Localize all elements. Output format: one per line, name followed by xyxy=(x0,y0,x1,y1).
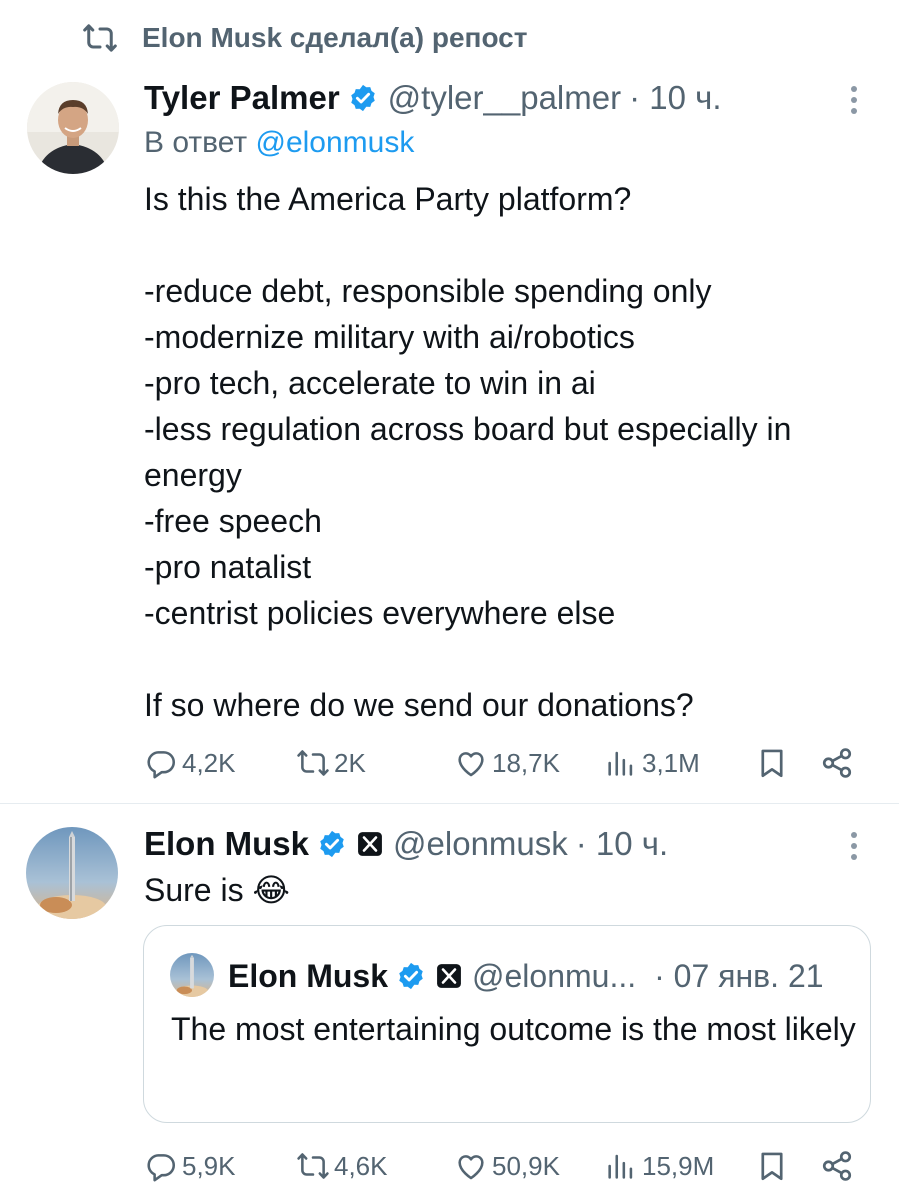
reply-mention-link[interactable]: @elonmusk xyxy=(255,126,414,159)
like-count: 18,7K xyxy=(492,747,560,778)
tweet1-actions: 4,2K 2K 18,7K 3,1M xyxy=(144,741,864,785)
tweet2-header: Elon Musk @elonmusk · 10 ч. xyxy=(144,824,668,864)
quoted-tweet-card[interactable]: Elon Musk @elonmu... · 07 янв. 21 The mo… xyxy=(143,925,871,1123)
quoted-header: Elon Musk @elonmu... · 07 янв. 21 xyxy=(228,956,824,996)
bookmark-button[interactable] xyxy=(755,1144,789,1188)
views-icon xyxy=(608,751,633,776)
repost-count: 4,6K xyxy=(334,1150,388,1181)
repost-text: Elon Musk сделал(а) репост xyxy=(142,22,528,53)
views-count: 3,1M xyxy=(642,747,700,778)
reply-prefix: В ответ xyxy=(144,126,248,159)
bookmark-button[interactable] xyxy=(755,741,789,785)
repost-button[interactable]: 4,6K xyxy=(296,1144,388,1188)
views-count: 15,9M xyxy=(642,1150,715,1181)
tweet2-actions: 5,9K 4,6K 50,9K 15,9M xyxy=(144,1144,864,1188)
views-icon xyxy=(608,1154,633,1179)
share-icon xyxy=(822,1151,852,1181)
heart-icon xyxy=(458,752,484,777)
reply-count: 5,9K xyxy=(182,1150,236,1181)
share-button[interactable] xyxy=(820,1144,854,1188)
bookmark-icon xyxy=(761,749,783,778)
verified-badge-icon xyxy=(399,962,423,990)
tweet-text: Is this the America Party platform? -red… xyxy=(144,181,792,723)
reply-button[interactable]: 4,2K xyxy=(144,741,236,785)
verified-badge-icon[interactable] xyxy=(348,83,378,113)
reply-icon xyxy=(147,751,176,779)
share-button[interactable] xyxy=(820,741,854,785)
author-name[interactable]: Elon Musk xyxy=(144,825,309,863)
quoted-time: · 07 янв. 21 xyxy=(654,957,824,994)
repost-icon xyxy=(297,1153,329,1179)
reply-button[interactable]: 5,9K xyxy=(144,1144,236,1188)
views-button[interactable]: 15,9M xyxy=(604,1144,714,1188)
repost-icon xyxy=(83,24,117,52)
author-handle[interactable]: @tyler__palmer xyxy=(388,79,621,117)
quoted-author-name: Elon Musk xyxy=(228,957,389,994)
like-button[interactable]: 50,9K xyxy=(454,1144,560,1188)
avatar-elon-musk[interactable] xyxy=(26,827,118,919)
reply-icon xyxy=(147,1154,176,1182)
verified-badge-icon[interactable] xyxy=(317,829,347,859)
tweet-divider xyxy=(0,803,899,804)
more-options-icon[interactable] xyxy=(849,832,859,866)
like-count: 50,9K xyxy=(492,1150,560,1181)
quoted-handle: @elonmu... xyxy=(472,957,637,994)
more-options-icon[interactable] xyxy=(849,86,859,120)
author-name[interactable]: Tyler Palmer xyxy=(144,79,340,117)
tweet-time[interactable]: · 10 ч. xyxy=(629,79,721,117)
bookmark-icon xyxy=(761,1152,783,1181)
views-button[interactable]: 3,1M xyxy=(604,741,700,785)
repost-icon xyxy=(297,750,329,776)
quoted-text: The most entertaining outcome is the mos… xyxy=(171,1011,856,1047)
reply-count: 4,2K xyxy=(182,747,236,778)
author-handle[interactable]: @elonmusk xyxy=(393,825,568,863)
tweet1-header: Tyler Palmer @tyler__palmer · 10 ч. xyxy=(144,78,722,118)
x-affiliate-badge-icon xyxy=(437,964,461,988)
repost-button[interactable]: 2K xyxy=(296,741,366,785)
share-icon xyxy=(822,748,852,778)
quoted-avatar xyxy=(170,953,214,997)
heart-icon xyxy=(458,1155,484,1180)
reply-to-line: В ответ @elonmusk xyxy=(144,126,414,160)
tweet-time[interactable]: · 10 ч. xyxy=(576,825,668,863)
like-button[interactable]: 18,7K xyxy=(454,741,560,785)
x-affiliate-badge-icon[interactable] xyxy=(357,831,383,857)
repost-count: 2K xyxy=(334,747,366,778)
repost-indicator[interactable]: Elon Musk сделал(а) репост xyxy=(82,18,527,58)
tweet-text: Sure is 😂 xyxy=(144,872,290,908)
avatar-tyler-palmer[interactable] xyxy=(27,82,119,174)
